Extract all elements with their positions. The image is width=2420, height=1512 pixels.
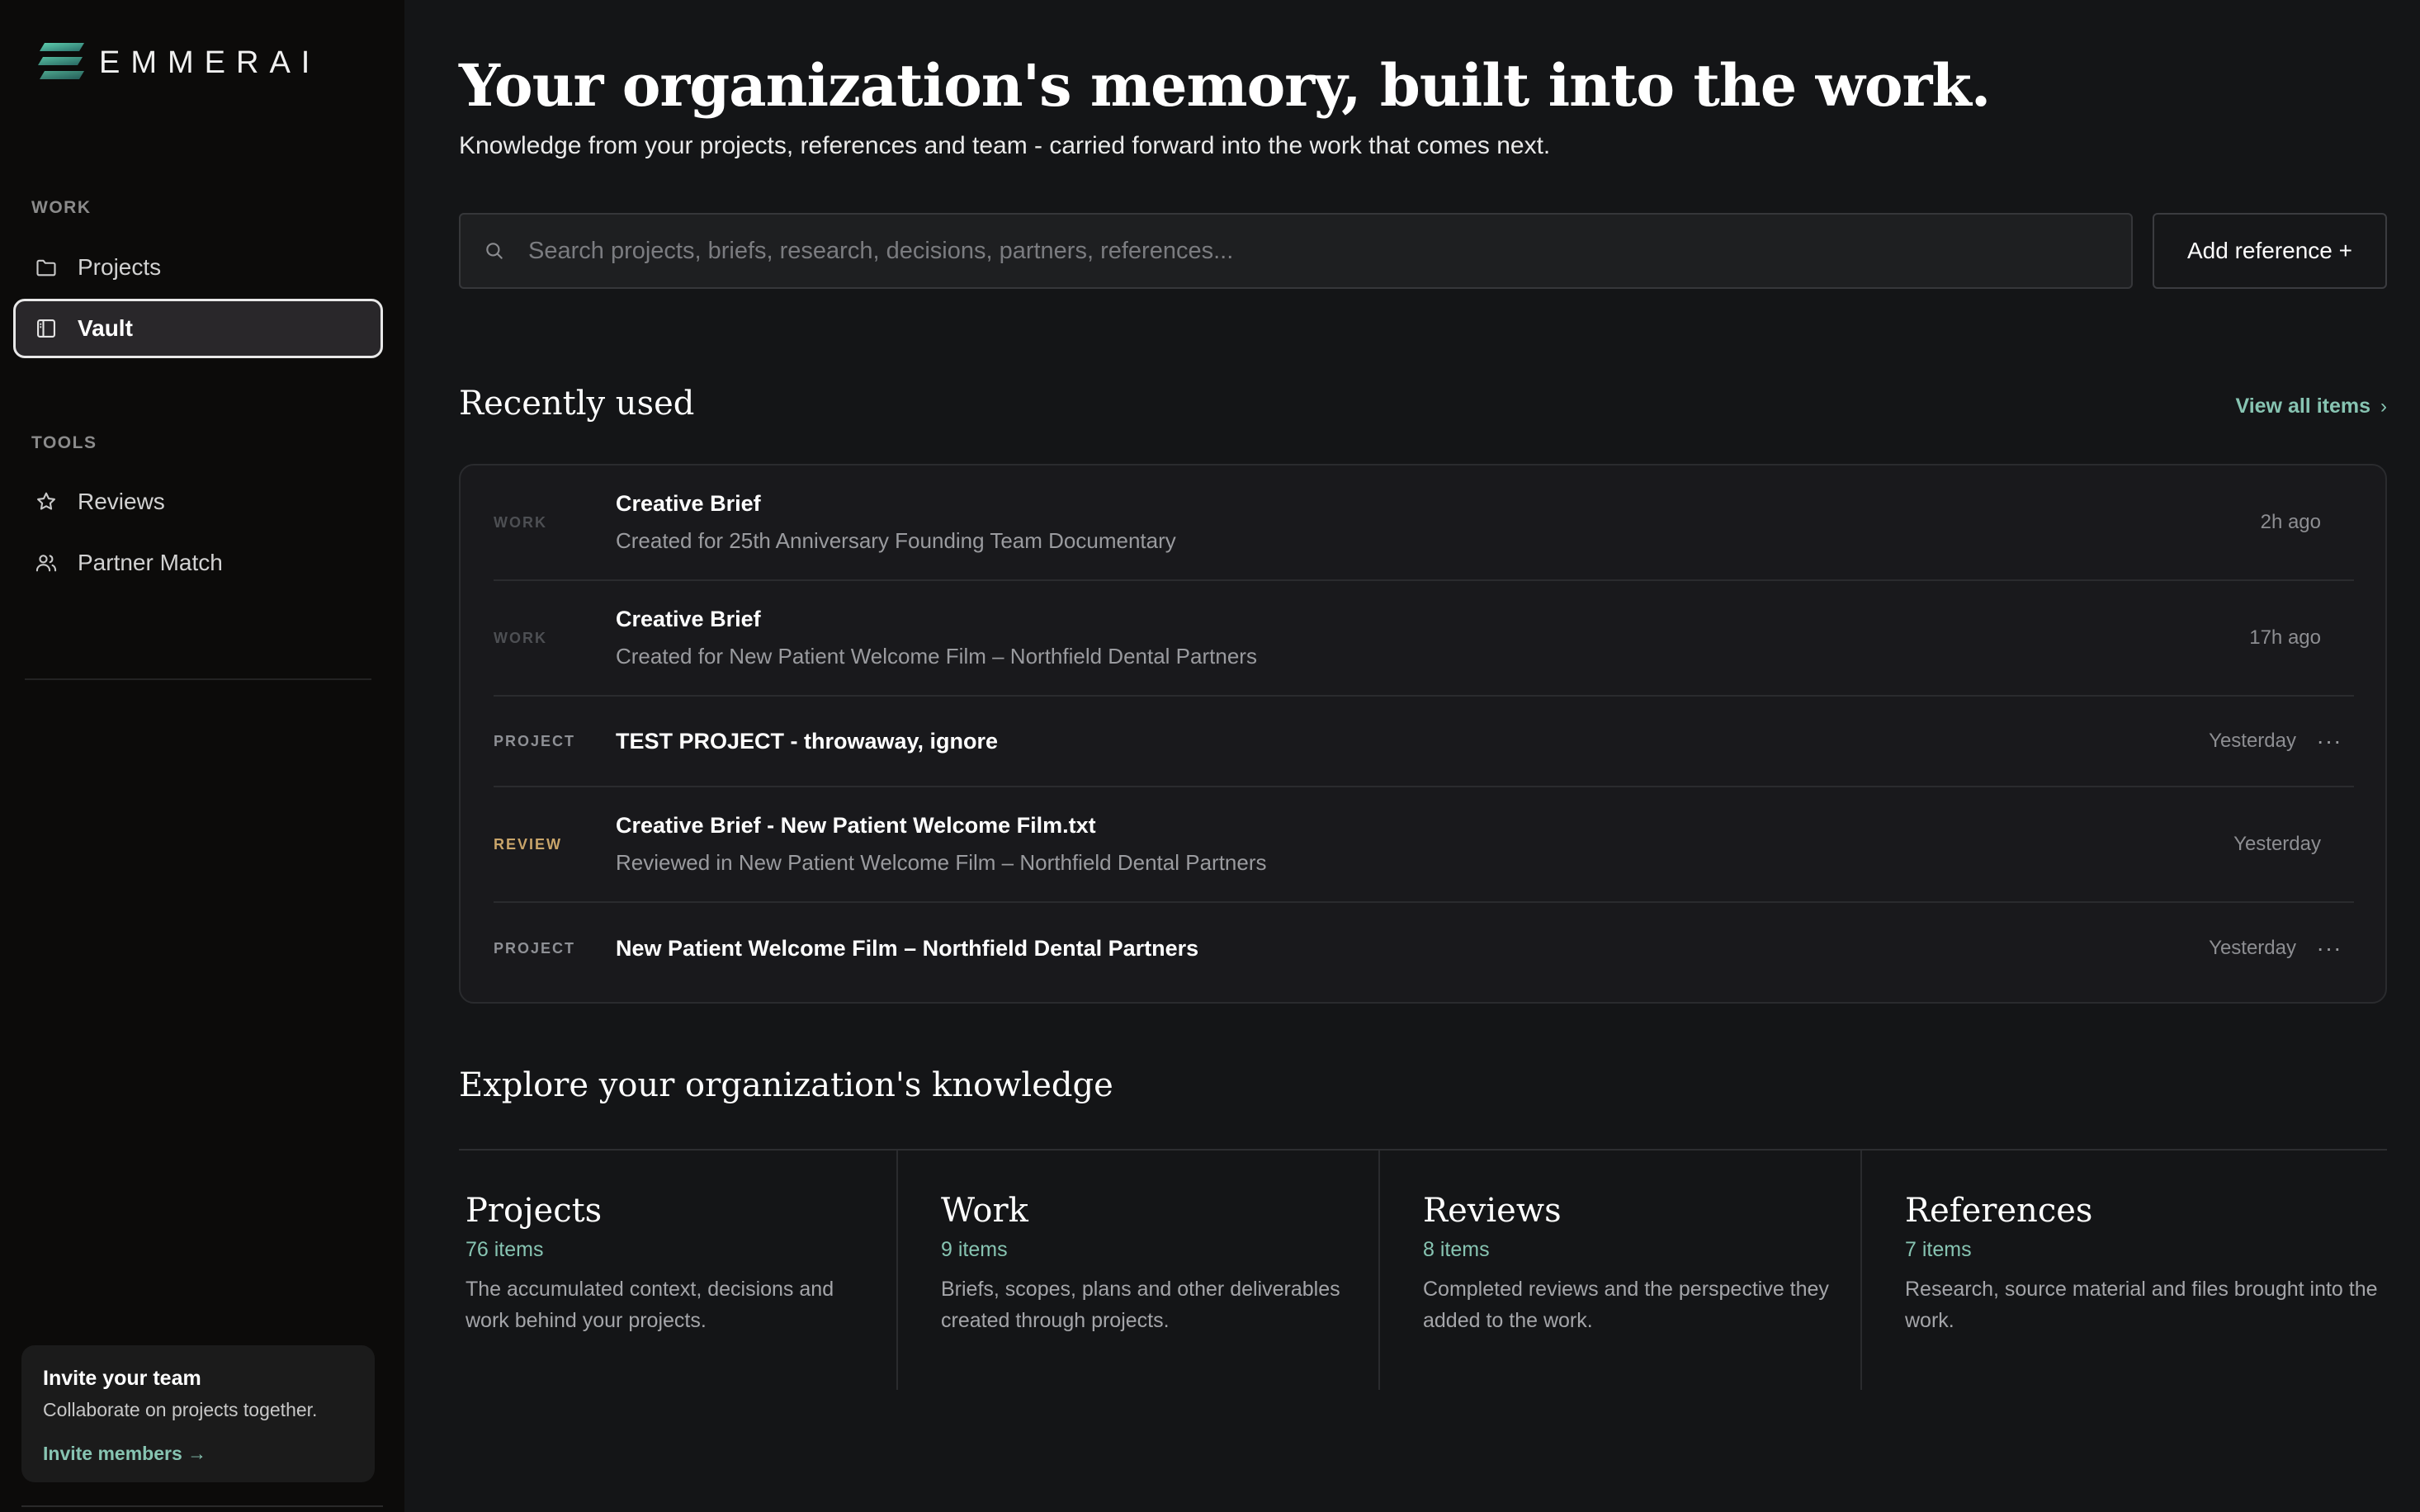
list-item[interactable]: REVIEW Creative Brief - New Patient Welc… bbox=[494, 787, 2354, 903]
explore-card-count: 7 items bbox=[1905, 1238, 1972, 1261]
chevron-right-icon: › bbox=[2380, 395, 2387, 418]
item-title: Creative Brief - New Patient Welcome Fil… bbox=[616, 813, 1096, 838]
sidebar-item-label: Projects bbox=[78, 254, 162, 280]
explore-card-title: References bbox=[1905, 1192, 2093, 1230]
search-icon bbox=[484, 239, 508, 263]
invite-members-link[interactable]: Invite members → bbox=[43, 1443, 353, 1465]
item-subtitle: Created for New Patient Welcome Film – N… bbox=[616, 644, 1257, 669]
sidebar-item-projects[interactable]: Projects bbox=[13, 238, 383, 297]
item-time: 2h ago bbox=[2260, 511, 2321, 533]
item-type-tag: PROJECT bbox=[494, 732, 576, 749]
explore-card-count: 8 items bbox=[1423, 1238, 1490, 1261]
more-options-icon[interactable]: ··· bbox=[2304, 728, 2354, 754]
item-time: 17h ago bbox=[2249, 626, 2321, 649]
item-type-tag: PROJECT bbox=[494, 939, 576, 957]
explore-card-description: Completed reviews and the perspective th… bbox=[1423, 1278, 1829, 1332]
item-title: New Patient Welcome Film – Northfield De… bbox=[616, 935, 1199, 961]
explore-card-description: Research, source material and files brou… bbox=[1905, 1278, 2378, 1332]
explore-card-work[interactable]: Work 9 items Briefs, scopes, plans and o… bbox=[896, 1151, 1378, 1390]
explore-card-title: Work bbox=[941, 1192, 1028, 1230]
explore-card-count: 9 items bbox=[941, 1238, 1008, 1261]
brand-name: EMMERAI bbox=[99, 45, 321, 80]
list-item[interactable]: PROJECT New Patient Welcome Film – North… bbox=[494, 903, 2354, 994]
explore-card-description: The accumulated context, decisions and w… bbox=[466, 1278, 834, 1332]
item-type-tag: WORK bbox=[494, 629, 547, 646]
brand-logo[interactable]: EMMERAI bbox=[36, 40, 320, 86]
item-subtitle: Created for 25th Anniversary Founding Te… bbox=[616, 528, 1176, 553]
sidebar-item-partner-match[interactable]: Partner Match bbox=[13, 533, 383, 593]
invite-card: Invite your team Collaborate on projects… bbox=[21, 1345, 375, 1482]
item-title: Creative Brief bbox=[616, 491, 761, 516]
sidebar-item-label: Vault bbox=[78, 315, 133, 341]
sidebar-section-tools: TOOLS bbox=[31, 433, 97, 452]
sidebar-divider bbox=[25, 678, 371, 680]
sidebar-item-vault[interactable]: Vault bbox=[13, 299, 383, 358]
add-reference-button[interactable]: Add reference + bbox=[2153, 213, 2387, 289]
explore-card-count: 76 items bbox=[466, 1238, 544, 1261]
item-time: Yesterday bbox=[2209, 730, 2296, 752]
sidebar-item-label: Reviews bbox=[78, 489, 165, 514]
sidebar-panel-icon bbox=[33, 315, 59, 342]
sidebar-bottom-divider bbox=[21, 1505, 383, 1507]
explore-card-title: Reviews bbox=[1423, 1192, 1562, 1230]
explore-card-projects[interactable]: Projects 76 items The accumulated contex… bbox=[466, 1151, 895, 1390]
explore-card-reviews[interactable]: Reviews 8 items Completed reviews and th… bbox=[1378, 1151, 1860, 1390]
more-options-icon[interactable]: ··· bbox=[2304, 935, 2354, 962]
explore-card-references[interactable]: References 7 items Research, source mate… bbox=[1860, 1151, 2389, 1390]
app-window: EMMERAI WORK Projects Vault TOOLS Review… bbox=[0, 0, 2420, 1512]
list-item[interactable]: PROJECT TEST PROJECT - throwaway, ignore… bbox=[494, 697, 2354, 787]
sidebar-item-reviews[interactable]: Reviews bbox=[13, 472, 383, 532]
list-item[interactable]: WORK Creative Brief Created for New Pati… bbox=[494, 581, 2354, 697]
invite-subtitle: Collaborate on projects together. bbox=[43, 1399, 318, 1420]
explore-title: Explore your organization's knowledge bbox=[459, 1066, 1113, 1104]
star-icon bbox=[33, 489, 59, 515]
item-time: Yesterday bbox=[2209, 937, 2296, 959]
recently-used-title: Recently used bbox=[459, 385, 695, 423]
logo-mark-icon bbox=[38, 43, 84, 79]
item-type-tag: WORK bbox=[494, 513, 547, 531]
folder-icon bbox=[33, 254, 59, 281]
explore-card-title: Projects bbox=[466, 1192, 603, 1230]
users-icon bbox=[33, 550, 59, 576]
view-all-label: View all items bbox=[2235, 395, 2370, 418]
item-title: Creative Brief bbox=[616, 607, 761, 631]
sidebar: EMMERAI WORK Projects Vault TOOLS Review… bbox=[0, 0, 404, 1512]
list-item[interactable]: WORK Creative Brief Created for 25th Ann… bbox=[494, 465, 2354, 581]
item-subtitle: Reviewed in New Patient Welcome Film – N… bbox=[616, 850, 1267, 875]
sidebar-section-work: WORK bbox=[31, 198, 92, 217]
explore-card-description: Briefs, scopes, plans and other delivera… bbox=[941, 1278, 1340, 1332]
item-time: Yesterday bbox=[2233, 833, 2321, 855]
page-subtitle: Knowledge from your projects, references… bbox=[459, 132, 1551, 159]
main-content: Your organization's memory, built into t… bbox=[404, 0, 2420, 1512]
view-all-items-link[interactable]: View all items › bbox=[2235, 395, 2387, 418]
item-type-tag: REVIEW bbox=[494, 835, 563, 853]
recent-items-list: WORK Creative Brief Created for 25th Ann… bbox=[459, 464, 2387, 1004]
search-bar[interactable] bbox=[459, 213, 2133, 289]
page-title: Your organization's memory, built into t… bbox=[459, 51, 1991, 120]
sidebar-item-label: Partner Match bbox=[78, 550, 223, 575]
invite-title: Invite your team bbox=[43, 1367, 201, 1390]
item-title: TEST PROJECT - throwaway, ignore bbox=[616, 728, 999, 754]
search-input[interactable] bbox=[528, 237, 2096, 265]
